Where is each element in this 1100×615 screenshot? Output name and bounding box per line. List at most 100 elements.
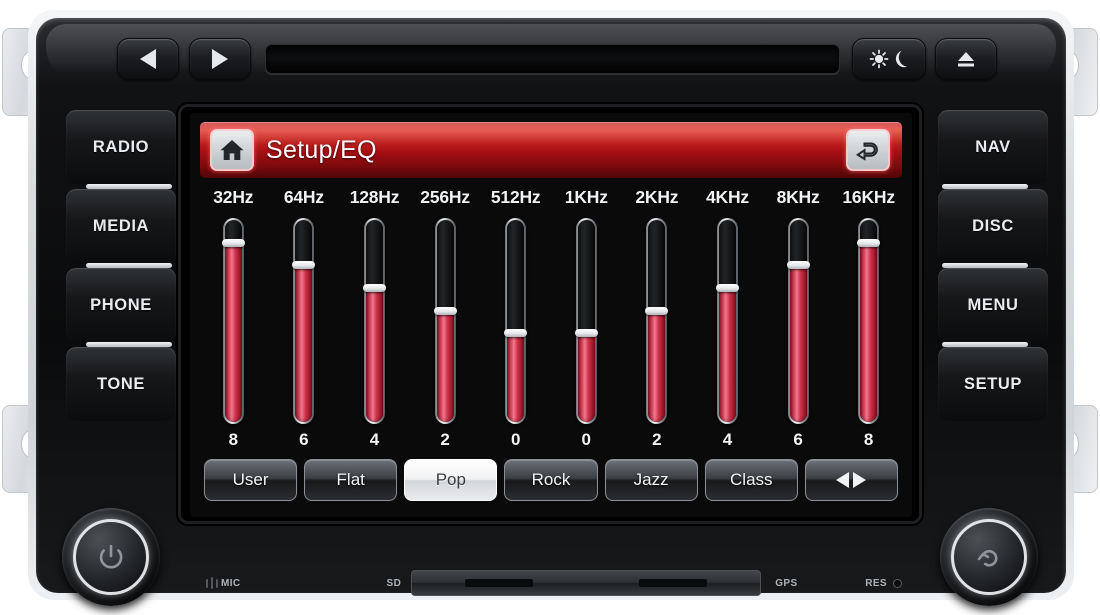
- back-arrow-icon: [855, 142, 878, 161]
- sidebar-item-label: MEDIA: [92, 216, 150, 235]
- eq-value-label: 4: [369, 430, 380, 449]
- eq-slider-groove: [718, 220, 736, 422]
- eq-slider[interactable]: [622, 218, 693, 424]
- top-control-row: [95, 36, 1005, 84]
- sd-card-slot[interactable]: [411, 570, 762, 596]
- eq-slider[interactable]: [269, 218, 340, 424]
- eq-slider-track[interactable]: [504, 218, 528, 424]
- sun-moon-icon: [869, 49, 908, 69]
- equalizer-slider-row: [198, 218, 904, 424]
- eq-slider[interactable]: [410, 218, 481, 424]
- balance-fader-button[interactable]: [804, 459, 898, 501]
- frequency-label: 64Hz: [283, 187, 324, 207]
- eq-slider-thumb[interactable]: [292, 261, 316, 270]
- eq-slider-groove: [789, 220, 807, 422]
- preset-button-pop[interactable]: Pop: [404, 459, 498, 501]
- frequency-label: 16KHz: [842, 187, 895, 207]
- eq-slider-thumb[interactable]: [504, 329, 528, 338]
- prev-track-button[interactable]: [117, 38, 179, 80]
- tune-scroll-knob[interactable]: [940, 508, 1038, 606]
- preset-button-user[interactable]: User: [204, 459, 298, 501]
- frequency-label: 512Hz: [490, 187, 541, 207]
- day-night-button[interactable]: [852, 38, 926, 80]
- eq-slider-track[interactable]: [362, 218, 386, 424]
- eq-slider-thumb[interactable]: [645, 306, 669, 315]
- sidebar-item-menu[interactable]: MENU: [938, 268, 1048, 342]
- power-volume-knob[interactable]: [62, 508, 160, 606]
- bottom-port-strip: MIC SD GPS RES: [180, 566, 920, 600]
- eq-slider[interactable]: [551, 218, 622, 424]
- eq-slider-track[interactable]: [221, 218, 245, 424]
- next-track-button[interactable]: [189, 38, 251, 80]
- sidebar-item-tone[interactable]: TONE: [66, 347, 176, 421]
- eq-slider[interactable]: [198, 218, 269, 424]
- sidebar-item-disc[interactable]: DISC: [938, 189, 1048, 263]
- sidebar-item-label: DISC: [972, 216, 1014, 235]
- eq-preset-row: User Flat Pop Rock Jazz Class: [204, 459, 898, 501]
- eq-value-label: 8: [228, 430, 239, 449]
- eq-slider[interactable]: [763, 218, 834, 424]
- sd-slot-opening: [639, 579, 708, 587]
- frequency-label: 2KHz: [635, 187, 679, 207]
- sidebar-item-label: SETUP: [963, 374, 1022, 393]
- eq-slider-fill: [436, 310, 454, 422]
- eq-slider[interactable]: [692, 218, 763, 424]
- back-button[interactable]: [846, 129, 890, 171]
- eq-slider-thumb[interactable]: [362, 284, 386, 293]
- eq-slider[interactable]: [339, 218, 410, 424]
- right-button-column: NAV DISC MENU SETUP: [938, 110, 1048, 421]
- sidebar-item-phone[interactable]: PHONE: [66, 268, 176, 342]
- return-arrow-icon: [977, 550, 998, 567]
- mic-slot-icon: [216, 578, 218, 588]
- eq-value-label: 0: [510, 430, 521, 449]
- preset-button-rock[interactable]: Rock: [504, 459, 598, 501]
- sidebar-item-label: MENU: [967, 295, 1019, 314]
- eq-slider-thumb[interactable]: [433, 306, 457, 315]
- preset-button-jazz[interactable]: Jazz: [604, 459, 698, 501]
- eq-value-row: 8 6 4 2 0 0 2 4 6 8: [198, 430, 904, 450]
- eq-slider-groove: [295, 220, 313, 422]
- preset-button-flat[interactable]: Flat: [304, 459, 398, 501]
- screen-header: Setup/EQ: [200, 122, 902, 178]
- eq-slider-groove: [648, 220, 666, 422]
- sidebar-item-nav[interactable]: NAV: [938, 110, 1048, 184]
- eq-slider-track[interactable]: [574, 218, 598, 424]
- home-button[interactable]: [210, 129, 254, 171]
- sidebar-item-label: TONE: [97, 374, 145, 393]
- eq-slider-track[interactable]: [433, 218, 457, 424]
- eq-slider-fill: [577, 333, 595, 422]
- eq-slider-track[interactable]: [857, 218, 881, 424]
- eq-slider[interactable]: [480, 218, 551, 424]
- preset-button-class[interactable]: Class: [704, 459, 798, 501]
- eq-value-label: 8: [863, 430, 874, 449]
- frequency-label: 32Hz: [213, 187, 254, 207]
- eq-slider-groove: [860, 220, 878, 422]
- reset-group: RES: [865, 578, 902, 589]
- reset-pinhole-button[interactable]: [893, 578, 902, 588]
- eject-button[interactable]: [935, 38, 997, 80]
- sidebar-item-setup[interactable]: SETUP: [938, 347, 1048, 421]
- eq-value-label: 2: [652, 430, 662, 449]
- mic-slot-icon: [206, 578, 208, 588]
- balance-icon: [836, 472, 867, 488]
- cd-slot: [265, 44, 840, 74]
- eq-slider-thumb[interactable]: [715, 284, 739, 293]
- eq-slider-track[interactable]: [786, 218, 810, 424]
- res-label: RES: [865, 577, 887, 589]
- triangle-left-icon: [140, 49, 156, 69]
- eq-slider-track[interactable]: [715, 218, 739, 424]
- eq-slider-groove: [365, 220, 383, 422]
- sidebar-item-radio[interactable]: RADIO: [66, 110, 176, 184]
- eq-slider-thumb[interactable]: [786, 261, 810, 270]
- eq-slider-thumb[interactable]: [857, 238, 881, 247]
- sidebar-item-media[interactable]: MEDIA: [66, 189, 176, 263]
- left-button-column: RADIO MEDIA PHONE TONE: [66, 110, 176, 421]
- eq-slider-track[interactable]: [292, 218, 316, 424]
- sidebar-item-label: PHONE: [90, 295, 152, 314]
- eq-slider[interactable]: [833, 218, 904, 424]
- gps-label: GPS: [775, 577, 798, 589]
- eq-slider-thumb[interactable]: [574, 329, 598, 338]
- eq-slider-track[interactable]: [645, 218, 669, 424]
- eq-slider-thumb[interactable]: [221, 238, 245, 247]
- touchscreen[interactable]: Setup/EQ 32Hz 64Hz 128Hz 256Hz 512Hz 1KHz 2KHz…: [190, 113, 912, 517]
